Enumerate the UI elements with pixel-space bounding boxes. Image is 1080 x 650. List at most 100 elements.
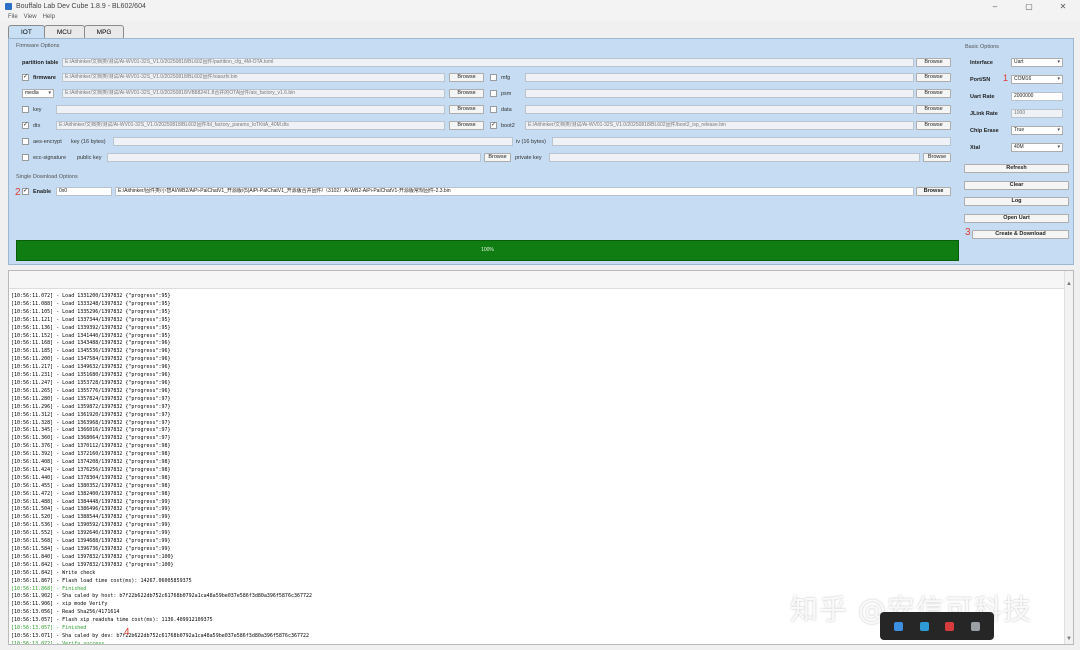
firmware-checkbox[interactable]: ✓ [22,74,29,81]
app-icon[interactable] [894,621,904,631]
mfg-checkbox[interactable] [490,74,497,81]
taskbar-popup [880,612,994,640]
partition-browse-button[interactable]: Browse [916,58,951,67]
private-key-field[interactable] [549,153,920,162]
network-icon[interactable] [919,621,929,631]
clear-button[interactable]: Clear [964,181,1069,190]
minimize-button[interactable]: – [978,2,1012,11]
log-line: [10:56:11.568] - Load 1394688/1397832 {"… [11,538,171,545]
interface-select[interactable]: Uart ▾ [1011,58,1063,67]
log-line: [10:56:13.057] - Finished [11,625,87,632]
firmware-browse-button[interactable]: Browse [449,73,484,82]
scroll-up-icon[interactable]: ▲ [1066,281,1072,287]
public-key-browse-button[interactable]: Browse [484,153,511,162]
log-button[interactable]: Log [964,197,1069,206]
key-browse-button[interactable]: Browse [449,105,484,114]
dts-path[interactable]: E:/Aithinker/文档类/测试/Ai-WV01-32S_V1.0/202… [56,121,445,130]
annotation-mark-1: 1 [1003,73,1009,83]
key-path[interactable] [56,105,445,114]
window-title: Bouffalo Lab Dev Cube 1.8.9 - BL602/604 [16,2,146,10]
firmware-path[interactable]: E:/Aithinker/文档类/测试/Ai-WV01-32S_V1.0/202… [62,73,445,82]
maximize-button[interactable]: ▢ [1012,2,1046,11]
data-checkbox[interactable] [490,106,497,113]
data-path[interactable] [525,105,914,114]
log-line: [10:56:11.105] - Load 1335296/1397832 {"… [11,308,171,315]
enable-checkbox[interactable]: ✓ [22,188,29,195]
boot2-browse-button[interactable]: Browse [916,121,951,130]
interface-value: Uart [1014,59,1024,65]
firmware-options-legend: Firmware Options [16,43,60,49]
single-browse-button[interactable]: Browse [916,187,951,196]
boot2-path[interactable]: E:/Aithinker/文档类/测试/Ai-WV01-32S_V1.0/202… [525,121,914,130]
window-icon[interactable] [970,621,980,631]
refresh-button[interactable]: Refresh [964,164,1069,173]
app-icon[interactable] [945,621,955,631]
log-line: [10:56:11.840] - Load 1397832/1397832 {"… [11,553,174,560]
log-line: [10:56:11.136] - Load 1339392/1397832 {"… [11,324,171,331]
jlink-rate-label: JLink Rate [970,111,998,117]
public-key-label: public key [77,155,102,161]
uart-rate-field[interactable]: 2000000 [1011,92,1063,101]
data-browse-button[interactable]: Browse [916,105,951,114]
log-line: [10:56:11.472] - Load 1382400/1397832 {"… [11,490,171,497]
scroll-down-icon[interactable]: ▼ [1066,636,1072,642]
log-line: [10:56:11.328] - Load 1363968/1397832 {"… [11,419,171,426]
progress-bar: 100% [16,240,959,261]
port-select[interactable]: COM16 ▾ [1011,75,1063,84]
private-key-browse-button[interactable]: Browse [923,153,951,162]
log-line: [10:56:11.536] - Load 1390592/1397832 {"… [11,522,171,529]
xtal-select[interactable]: 40M ▾ [1011,143,1063,152]
media-select[interactable]: media ▾ [22,89,54,98]
log-line: [10:56:11.906] - xip mode Verify [11,601,108,608]
mfg-browse-button[interactable]: Browse [916,73,951,82]
annotation-mark-2: 2 [15,187,21,198]
menu-file[interactable]: File [8,14,18,20]
dts-checkbox[interactable]: ✓ [22,122,29,129]
tab-mcu[interactable]: MCU [43,25,85,38]
aes-key-field[interactable] [113,137,513,146]
partition-table-path[interactable]: E:/Aithinker/文档类/测试/Ai-WV01-32S_V1.0/202… [62,58,914,67]
dts-browse-button[interactable]: Browse [449,121,484,130]
menu-view[interactable]: View [24,14,37,20]
close-window-button[interactable]: ✕ [1046,2,1080,11]
aes-encrypt-checkbox[interactable] [22,138,29,145]
log-line: [10:56:11.121] - Load 1337344/1397832 {"… [11,316,171,323]
media-path[interactable]: E:/Aithinker/文档类/测试/Ai-WV01-32S_V1.0/202… [62,89,445,98]
log-lines: [10:56:11.072] - Load 1331200/1397832 {"… [11,293,312,644]
aes-iv-field[interactable] [552,137,951,146]
log-line: [10:56:11.552] - Load 1392640/1397832 {"… [11,530,171,537]
psm-checkbox[interactable] [490,90,497,97]
chip-erase-select[interactable]: True ▾ [1011,126,1063,135]
chevron-down-icon: ▾ [1057,59,1060,65]
log-line: [10:56:11.584] - Load 1396736/1397832 {"… [11,546,171,552]
address-field[interactable]: 0x0 [56,187,112,196]
open-uart-button[interactable]: Open Uart [964,214,1069,223]
menu-bar: File View Help [0,12,1080,21]
media-browse-button[interactable]: Browse [449,89,484,98]
port-label: Port/SN [970,77,991,83]
single-download-legend: Single Download Options [16,174,78,180]
jlink-rate-field[interactable]: 1000 [1011,109,1063,118]
psm-browse-button[interactable]: Browse [916,89,951,98]
log-line: [10:56:11.200] - Load 1347584/1397832 {"… [11,356,171,363]
app-icon [5,2,12,10]
tab-mpg[interactable]: MPG [83,25,125,38]
mfg-path[interactable] [525,73,914,82]
console-scrollbar[interactable]: ▲ ▼ [1064,271,1073,644]
menu-help[interactable]: Help [43,14,55,20]
psm-label: psm [501,91,512,97]
port-value: COM16 [1014,76,1032,82]
log-line: [10:56:11.185] - Load 1345536/1397832 {"… [11,348,171,355]
key-checkbox[interactable] [22,106,29,113]
ecc-signature-checkbox[interactable] [22,154,29,161]
tab-iot[interactable]: IOT [8,25,45,39]
single-download-path[interactable]: E:/Aithinker/固件类/小智AI/WB2/AiPi-PalChatV1… [115,187,914,196]
log-line: [10:56:11.280] - Load 1357824/1397832 {"… [11,395,171,402]
log-line: [10:56:11.345] - Load 1366016/1397832 {"… [11,427,171,434]
boot2-checkbox[interactable]: ✓ [490,122,497,129]
chevron-down-icon: ▾ [1057,144,1060,150]
firmware-label: firmware [33,75,56,81]
public-key-field[interactable] [107,153,481,162]
psm-path[interactable] [525,89,914,98]
create-download-button[interactable]: Create & Download [972,230,1069,239]
